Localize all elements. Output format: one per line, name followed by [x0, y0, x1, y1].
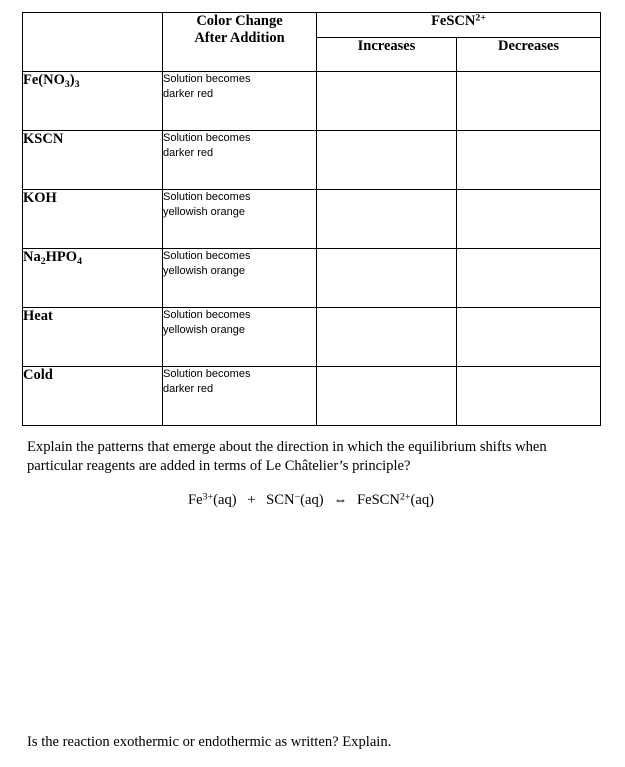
equilibrium-arrow-icon: ⇔	[333, 493, 348, 508]
cell-reagent: Cold	[22, 366, 163, 426]
header-color-change-line1: Color Change	[196, 13, 283, 29]
cell-color-change-line1: Solution becomes	[163, 368, 251, 380]
table-row: Cold Solution becomes darker red	[22, 366, 601, 426]
header-row-1: Color Change After Addition FeSCN2+	[22, 12, 601, 72]
cell-reagent: Na2HPO4	[22, 248, 163, 308]
header-decreases: Decreases	[456, 37, 601, 72]
equation-product-charge: 2+	[399, 491, 411, 503]
cell-color-change-line1: Solution becomes	[163, 132, 251, 144]
table-row: Na2HPO4 Solution becomes yellowish orange	[22, 248, 601, 308]
cell-reagent: Heat	[22, 307, 163, 367]
header-increases: Increases	[316, 37, 457, 72]
exothermic-question: Is the reaction exothermic or endothermi…	[27, 734, 392, 750]
cell-color-change-line2: yellowish orange	[163, 205, 245, 218]
header-color-change: Color Change After Addition	[162, 12, 317, 72]
equation-product-symbol: FeSCN	[356, 492, 400, 508]
equilibrium-observations-table: Color Change After Addition FeSCN2+ Incr…	[22, 12, 601, 426]
table-row: KOH Solution becomes yellowish orange	[22, 189, 601, 249]
table-row: Heat Solution becomes yellowish orange	[22, 307, 601, 367]
cell-color-change-line1: Solution becomes	[163, 309, 251, 321]
equation-product: FeSCN2+(aq)	[357, 492, 434, 508]
equation-product-state: (aq)	[410, 492, 435, 508]
cell-color-change-line1: Solution becomes	[163, 250, 251, 262]
header-product-charge: 2+	[475, 12, 486, 24]
cell-color-change-line2: darker red	[163, 87, 214, 100]
cell-reagent: Fe(NO3)3	[22, 71, 163, 131]
cell-increases[interactable]	[316, 130, 457, 190]
explain-question: Explain the patterns that emerge about t…	[27, 438, 605, 477]
table-row: KSCN Solution becomes darker red	[22, 130, 601, 190]
table-row: Fe(NO3)3 Solution becomes darker red	[22, 71, 601, 131]
cell-increases[interactable]	[316, 366, 457, 426]
cell-decreases[interactable]	[456, 130, 601, 190]
cell-color-change-line2: darker red	[163, 146, 214, 159]
chemical-equation: Fe3+(aq) + SCN−(aq) ⇔ FeSCN2+(aq)	[22, 492, 600, 509]
cell-color-change: Solution becomes yellowish orange	[162, 189, 317, 249]
cell-increases[interactable]	[316, 189, 457, 249]
equation-reactant-2: SCN−(aq)	[266, 492, 323, 508]
equation-reactant-1-charge: 3+	[202, 491, 214, 503]
equation-reactant-2-state: (aq)	[300, 492, 324, 508]
cell-color-change-line1: Solution becomes	[163, 191, 251, 203]
header-color-change-line2: After Addition	[194, 30, 285, 47]
cell-reagent: KOH	[22, 189, 163, 249]
cell-color-change-line2: yellowish orange	[163, 264, 245, 277]
cell-color-change: Solution becomes yellowish orange	[162, 248, 317, 308]
cell-increases[interactable]	[316, 248, 457, 308]
cell-reagent: KSCN	[22, 130, 163, 190]
cell-decreases[interactable]	[456, 248, 601, 308]
equation-reactant-1: Fe3+(aq)	[188, 492, 237, 508]
equation-plus-sign: +	[247, 492, 256, 508]
cell-decreases[interactable]	[456, 366, 601, 426]
cell-color-change: Solution becomes yellowish orange	[162, 307, 317, 367]
equation-reactant-2-symbol: SCN	[266, 492, 295, 508]
header-product-formula: FeSCN	[431, 13, 476, 29]
table-body: Fe(NO3)3 Solution becomes darker red KSCN So…	[22, 71, 601, 426]
cell-color-change: Solution becomes darker red	[162, 71, 317, 131]
cell-decreases[interactable]	[456, 307, 601, 367]
worksheet-page: Color Change After Addition FeSCN2+ Incr…	[0, 0, 625, 767]
header-product-group: FeSCN2+	[316, 12, 601, 38]
cell-increases[interactable]	[316, 307, 457, 367]
header-corner-blank	[22, 12, 163, 72]
cell-decreases[interactable]	[456, 71, 601, 131]
cell-increases[interactable]	[316, 71, 457, 131]
cell-color-change-line2: darker red	[163, 382, 214, 395]
table-header: Color Change After Addition FeSCN2+ Incr…	[22, 12, 601, 72]
equation-reactant-1-symbol: Fe	[187, 492, 203, 508]
cell-color-change: Solution becomes darker red	[162, 130, 317, 190]
cell-color-change-line1: Solution becomes	[163, 73, 251, 85]
cell-color-change: Solution becomes darker red	[162, 366, 317, 426]
equation-reactant-1-state: (aq)	[213, 492, 237, 508]
cell-color-change-line2: yellowish orange	[163, 323, 245, 336]
cell-decreases[interactable]	[456, 189, 601, 249]
explain-question-line2: particular reagents are added in terms o…	[27, 458, 411, 475]
explain-question-line1: Explain the patterns that emerge about t…	[27, 439, 547, 455]
